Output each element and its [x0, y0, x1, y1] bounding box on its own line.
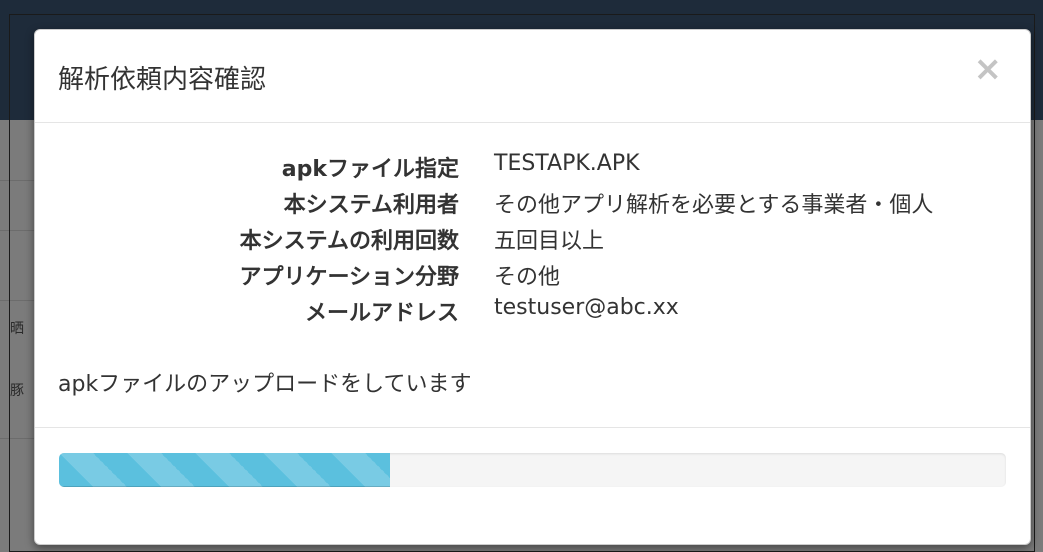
- info-row-app-category: アプリケーション分野 その他: [35, 259, 1030, 293]
- dialog-title: 解析依頼内容確認: [58, 65, 267, 95]
- backdrop-text: 晒: [10, 321, 24, 337]
- close-button[interactable]: ×: [974, 52, 1003, 86]
- info-row-email: メールアドレス testuser@abc.xx: [35, 295, 1030, 329]
- info-value: TESTAPK.APK: [494, 151, 640, 176]
- backdrop-text: 豚: [10, 383, 24, 399]
- confirmation-dialog: 解析依頼内容確認 × apkファイル指定 TESTAPK.APK 本システム利用…: [34, 29, 1031, 545]
- upload-progress: [59, 453, 1006, 487]
- info-value: その他: [494, 265, 561, 290]
- info-value: その他アプリ解析を必要とする事業者・個人: [494, 193, 934, 218]
- info-label: 本システム利用者: [283, 193, 459, 218]
- backdrop-divider: [0, 438, 36, 439]
- info-row-system-user: 本システム利用者 その他アプリ解析を必要とする事業者・個人: [35, 187, 1030, 221]
- info-value: 五回目以上: [494, 229, 605, 254]
- backdrop-divider: [0, 300, 36, 301]
- info-label: 本システムの利用回数: [239, 229, 459, 254]
- backdrop-divider: [0, 230, 36, 231]
- upload-status-message: apkファイルのアップロードをしています: [58, 372, 472, 397]
- info-label: apkファイル指定: [281, 157, 459, 182]
- info-label: メールアドレス: [304, 301, 459, 326]
- info-label: アプリケーション分野: [239, 265, 459, 290]
- info-row-apk-file: apkファイル指定 TESTAPK.APK: [35, 151, 1030, 185]
- dialog-body: apkファイル指定 TESTAPK.APK 本システム利用者 その他アプリ解析を…: [35, 122, 1030, 428]
- dialog-footer: [35, 428, 1030, 544]
- info-value: testuser@abc.xx: [494, 295, 679, 320]
- backdrop-divider: [0, 180, 36, 181]
- upload-progress-bar: [59, 453, 391, 487]
- info-row-usage-count: 本システムの利用回数 五回目以上: [35, 223, 1030, 257]
- dialog-header: 解析依頼内容確認 ×: [35, 30, 1030, 123]
